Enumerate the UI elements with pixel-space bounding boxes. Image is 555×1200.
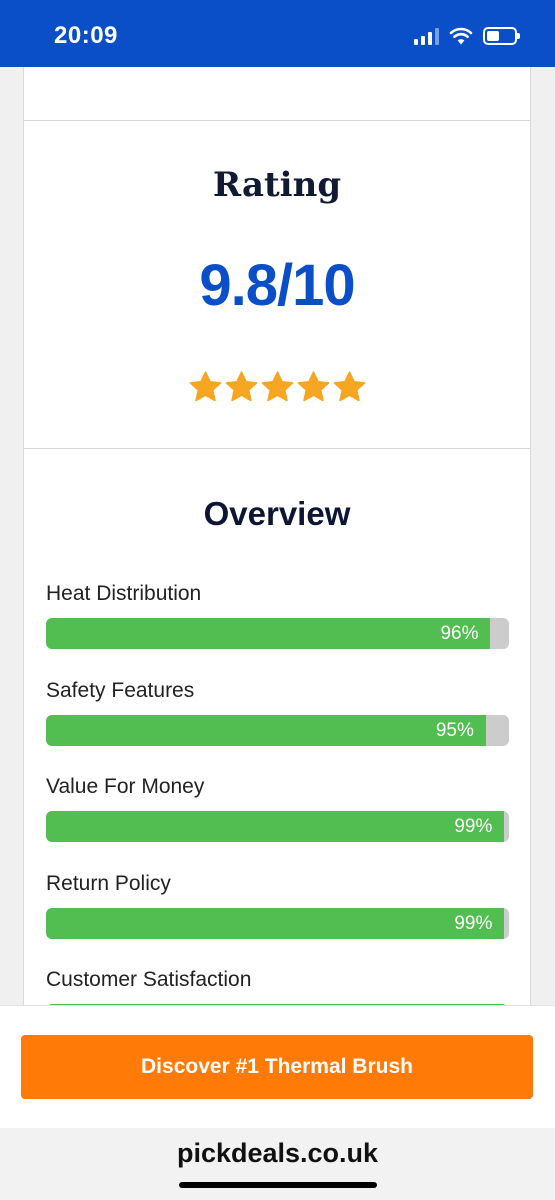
rating-title: Rating — [212, 165, 342, 205]
metric-percent: 95% — [435, 719, 474, 741]
metric-bar: 99% — [46, 907, 509, 939]
star-rating — [24, 370, 530, 405]
url-text[interactable]: pickdeals.co.uk — [0, 1138, 555, 1169]
metric-percent: 96% — [440, 623, 479, 644]
metric-bar-fill: 99% — [46, 811, 505, 842]
section-divider — [24, 448, 530, 449]
home-indicator[interactable] — [179, 1182, 377, 1188]
rating-score: 9.8/10 — [199, 253, 355, 318]
review-card: Rating 9.8/10 Overview Heat Distribution… — [23, 67, 531, 1007]
metric-percent: 99% — [454, 816, 493, 837]
discover-button[interactable]: Discover #1 Thermal Brush — [21, 1035, 533, 1099]
star-icon — [225, 371, 257, 402]
browser-address-bar[interactable]: pickdeals.co.uk — [0, 1128, 555, 1200]
wifi-icon — [449, 27, 473, 45]
status-time: 20:09 — [54, 22, 118, 49]
metric-label: Heat Distribution — [46, 582, 202, 605]
metric-label: Safety Features — [46, 678, 195, 702]
metric-bar-fill: 99% — [46, 907, 505, 939]
star-icon — [333, 371, 365, 402]
battery-icon — [483, 27, 520, 45]
status-bar: 20:09 — [0, 0, 555, 67]
cta-panel: Discover #1 Thermal Brush — [0, 1005, 555, 1128]
star-icon — [261, 371, 293, 402]
metric-bar-fill: 95% — [46, 714, 486, 746]
battery-level — [487, 31, 499, 41]
star-icon — [297, 371, 329, 402]
section-divider — [24, 120, 530, 121]
status-icons — [414, 24, 520, 48]
star-icon — [189, 371, 221, 402]
metric-percent: 99% — [454, 912, 493, 934]
metric-label: Customer Satisfaction — [46, 968, 252, 991]
cellular-signal-icon — [414, 27, 439, 45]
metric-label: Return Policy — [46, 871, 171, 895]
metric-bar: 96% — [46, 618, 509, 649]
metric-bar: 99% — [46, 811, 509, 842]
overview-title: Overview — [203, 495, 351, 532]
metric-bar-fill: 96% — [46, 618, 491, 649]
metric-bar: 95% — [46, 714, 509, 746]
metric-label: Value For Money — [46, 775, 205, 798]
